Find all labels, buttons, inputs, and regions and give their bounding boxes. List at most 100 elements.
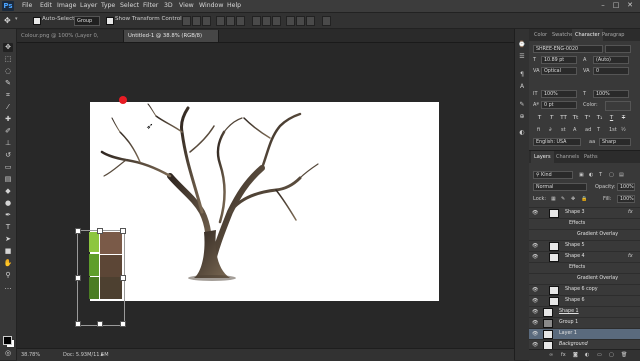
new-group-icon[interactable]: ▭ (597, 352, 602, 358)
adjustments-icon[interactable]: ◐ (518, 129, 526, 137)
auto-align-icon[interactable] (322, 16, 331, 26)
zoom-level[interactable]: 38.78% (21, 352, 40, 358)
align-right-icon[interactable] (236, 16, 245, 26)
layer-row[interactable]: 👁 Layer 1 (529, 328, 640, 339)
filter-smart-icon[interactable]: ▤ (619, 172, 624, 178)
transform-handle[interactable] (75, 275, 81, 281)
menu-3d[interactable]: 3D (164, 0, 173, 12)
opentype-alt-icon[interactable]: st (561, 127, 566, 133)
menu-edit[interactable]: Edit (40, 0, 52, 12)
distribute-left-icon[interactable] (286, 16, 295, 26)
fill-field[interactable]: 100% (617, 195, 635, 203)
close-window-icon[interactable]: ✕ (625, 1, 635, 10)
layer-row[interactable]: 👁 Shape 1 (529, 306, 640, 317)
distribute-top-icon[interactable] (252, 16, 261, 26)
layer-row[interactable]: 👁 Shape 5 (529, 240, 640, 251)
layer-row[interactable]: Effects (529, 218, 640, 229)
align-hcenter-icon[interactable] (226, 16, 235, 26)
underline-button[interactable]: T (608, 115, 615, 122)
leading-field[interactable]: (Auto) (593, 56, 629, 64)
auto-select-checkbox[interactable] (33, 17, 41, 25)
swatch-left-3[interactable] (89, 277, 99, 299)
swatch-right-3[interactable] (100, 277, 122, 299)
show-transform-checkbox[interactable] (106, 17, 114, 25)
marquee-tool-icon[interactable]: ⬚ (3, 55, 13, 64)
paragraph-panel-icon[interactable]: ¶ (518, 71, 526, 79)
gradient-tool-icon[interactable]: ▤ (3, 175, 13, 184)
align-left-icon[interactable] (216, 16, 225, 26)
font-style-dropdown[interactable] (605, 45, 631, 53)
trash-icon[interactable]: 🗑 (621, 352, 627, 358)
transform-handle[interactable] (120, 228, 126, 234)
vertical-scale-field[interactable]: 100% (541, 90, 577, 98)
brush-tool-icon[interactable]: ✐ (3, 127, 13, 136)
visibility-eye-icon[interactable]: 👁 (532, 309, 538, 315)
link-layers-icon[interactable]: ∞ (549, 352, 553, 358)
lock-transparent-icon[interactable]: ▦ (551, 196, 556, 202)
font-size-field[interactable]: 10.89 pt (541, 56, 577, 64)
tab-untitled-1[interactable]: Untitled-1 @ 38.8% (RGB/8) *× (124, 30, 219, 51)
history-brush-tool-icon[interactable]: ↺ (3, 151, 13, 160)
align-bottom-icon[interactable] (202, 16, 211, 26)
all-caps-button[interactable]: TT (560, 115, 567, 122)
distribute-bottom-icon[interactable] (272, 16, 281, 26)
dodge-tool-icon[interactable]: ● (3, 199, 13, 208)
crop-tool-icon[interactable]: ⌗ (3, 91, 13, 100)
distribute-vcenter-icon[interactable] (262, 16, 271, 26)
faux-bold-button[interactable]: T (536, 115, 543, 122)
font-family-dropdown[interactable]: SHREE-ENG-0020 (533, 45, 603, 53)
visibility-eye-icon[interactable]: 👁 (532, 254, 538, 260)
history-panel-icon[interactable]: ⌚ (518, 41, 526, 49)
superscript-button[interactable]: T¹ (584, 115, 591, 122)
swatch-right-2[interactable] (100, 255, 122, 277)
align-vcenter-icon[interactable] (192, 16, 201, 26)
tab-paragraph[interactable]: Paragrap (599, 29, 627, 41)
text-color-swatch[interactable] (605, 101, 631, 111)
more-tools-icon[interactable]: … (3, 283, 13, 292)
opentype-a-icon[interactable]: A (573, 127, 576, 133)
menu-view[interactable]: View (179, 0, 194, 12)
filter-pixel-icon[interactable]: ▣ (579, 172, 584, 178)
menu-image[interactable]: Image (57, 0, 76, 12)
distribute-right-icon[interactable] (306, 16, 315, 26)
visibility-eye-icon[interactable]: 👁 (532, 342, 538, 348)
clone-stamp-tool-icon[interactable]: ⊥ (3, 139, 13, 148)
healing-brush-tool-icon[interactable]: ✚ (3, 115, 13, 124)
eyedropper-tool-icon[interactable]: ⁄ (3, 103, 13, 112)
menu-select[interactable]: Select (120, 0, 139, 12)
new-adjustment-icon[interactable]: ◐ (585, 352, 589, 358)
lasso-tool-icon[interactable]: ◌ (3, 67, 13, 76)
layer-effects-icon[interactable]: fx (628, 209, 633, 215)
foreground-color-swatch[interactable] (3, 336, 12, 345)
swatch-left-1[interactable] (89, 232, 99, 252)
zoom-tool-icon[interactable]: ⚲ (3, 271, 13, 280)
subscript-button[interactable]: T₁ (596, 115, 603, 122)
layer-row[interactable]: Gradient Overlay (529, 273, 640, 284)
brush-panel-icon[interactable]: ✎ (518, 101, 526, 109)
add-mask-icon[interactable]: ◙ (573, 352, 578, 358)
lock-image-icon[interactable]: ✎ (561, 196, 565, 202)
blur-tool-icon[interactable]: ◆ (3, 187, 13, 196)
lock-position-icon[interactable]: ✥ (571, 196, 575, 202)
blend-mode-dropdown[interactable]: Normal (533, 183, 587, 191)
transform-handle[interactable] (75, 228, 81, 234)
layer-row[interactable]: Effects (529, 262, 640, 273)
character-panel-icon[interactable]: A (518, 83, 526, 91)
kerning-field[interactable]: Optical (541, 67, 577, 75)
layer-row[interactable]: 👁 Shape 3 fx (529, 207, 640, 218)
tab-colour-png[interactable]: Colour.png @ 100% (Layer 0, RGB/8)× (17, 30, 124, 51)
hand-tool-icon[interactable]: ✋ (3, 259, 13, 268)
layer-row[interactable]: 👁 Shape 6 (529, 295, 640, 306)
visibility-eye-icon[interactable]: 👁 (532, 210, 538, 216)
clone-source-icon[interactable]: ⊕ (518, 113, 526, 121)
transform-handle[interactable] (97, 228, 103, 234)
transform-handle[interactable] (120, 275, 126, 281)
layer-filter-kind[interactable]: ⚲ Kind (533, 171, 573, 179)
eraser-tool-icon[interactable]: ▭ (3, 163, 13, 172)
quick-select-tool-icon[interactable]: ✎ (3, 79, 13, 88)
chevron-down-icon[interactable]: ▾ (15, 16, 18, 22)
opentype-swash-icon[interactable]: ∂ (549, 127, 552, 133)
transform-handle[interactable] (120, 321, 126, 327)
filter-shape-icon[interactable]: ▢ (609, 172, 614, 178)
filter-adjustment-icon[interactable]: ◐ (589, 172, 593, 178)
